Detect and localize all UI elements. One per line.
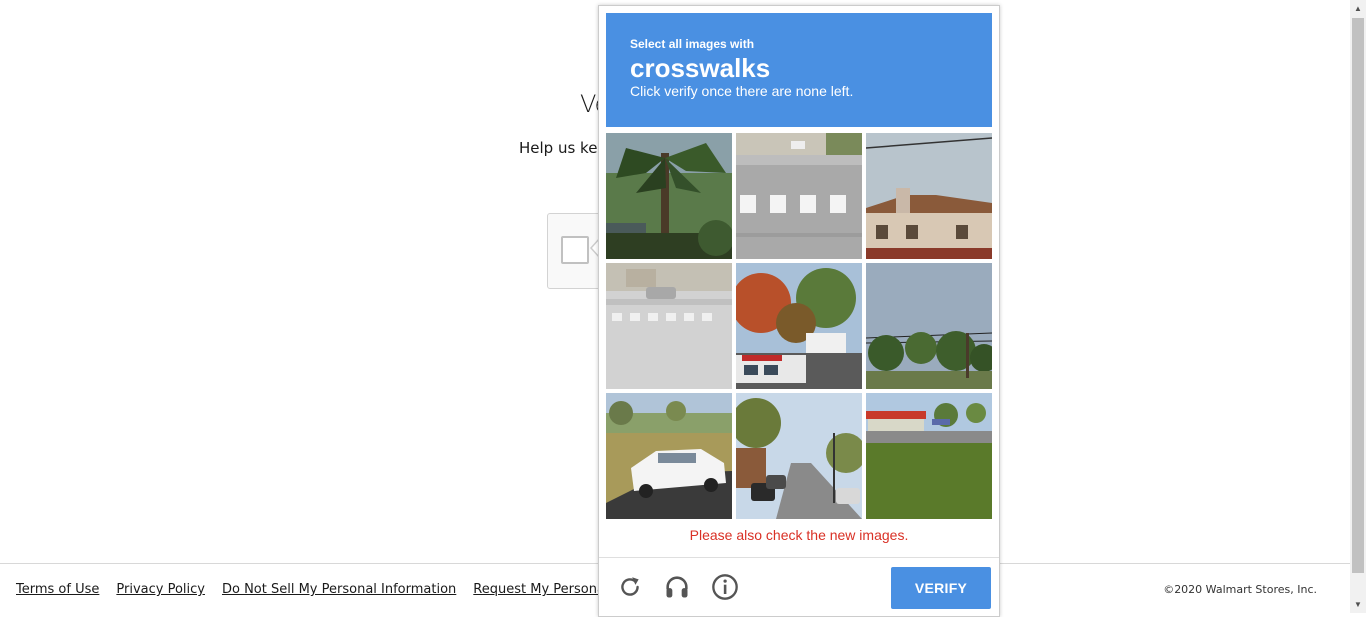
house-rooftop-image [866,133,992,259]
image-grid [606,133,994,521]
privacy-policy-link[interactable]: Privacy Policy [116,582,205,597]
verify-button[interactable]: VERIFY [891,567,991,609]
copyright: ©2020 Walmart Stores, Inc. [1163,583,1317,596]
street-traffic-light-image [736,393,862,519]
image-tile[interactable] [606,393,732,519]
scroll-down-icon[interactable]: ▼ [1350,596,1366,613]
image-tile[interactable] [606,263,732,389]
reload-icon[interactable] [615,572,645,602]
challenge-keyword: crosswalks [630,53,771,83]
image-tile[interactable] [606,133,732,259]
terms-of-use-link[interactable]: Terms of Use [16,582,99,597]
scrollbar[interactable]: ▲ ▼ [1350,0,1366,613]
error-message: Please also check the new images. [689,527,909,543]
crosswalk-street-image [736,133,862,259]
captcha-checkbox[interactable] [561,236,589,264]
image-tile[interactable] [866,393,992,519]
page-subtitle: Help us kee [519,139,607,157]
image-tile[interactable] [736,133,862,259]
scroll-up-icon[interactable]: ▲ [1350,0,1366,17]
palm-trees-image [606,133,732,259]
image-tile[interactable] [866,133,992,259]
instruction-subtext: Click verify once there are none left. [630,83,854,99]
image-tile[interactable] [736,263,862,389]
instruction-banner: Select all images with crosswalks Click … [606,13,992,127]
white-car-park-image [606,393,732,519]
gas-station-road-image [866,393,992,519]
crosswalk-faded-image [606,263,732,389]
footer-links: Terms of Use Privacy Policy Do Not Sell … [16,582,642,597]
audio-icon[interactable] [662,572,692,602]
captcha-footer-divider [599,557,999,558]
do-not-sell-link[interactable]: Do Not Sell My Personal Information [222,582,456,597]
info-icon[interactable] [710,572,740,602]
instruction-text: Select all images with [630,37,755,51]
autumn-trees-bus-image [736,263,862,389]
image-tile[interactable] [866,263,992,389]
scroll-thumb[interactable] [1352,18,1364,573]
trees-power-lines-image [866,263,992,389]
captcha-challenge: Select all images with crosswalks Click … [598,5,1000,617]
image-tile[interactable] [736,393,862,519]
